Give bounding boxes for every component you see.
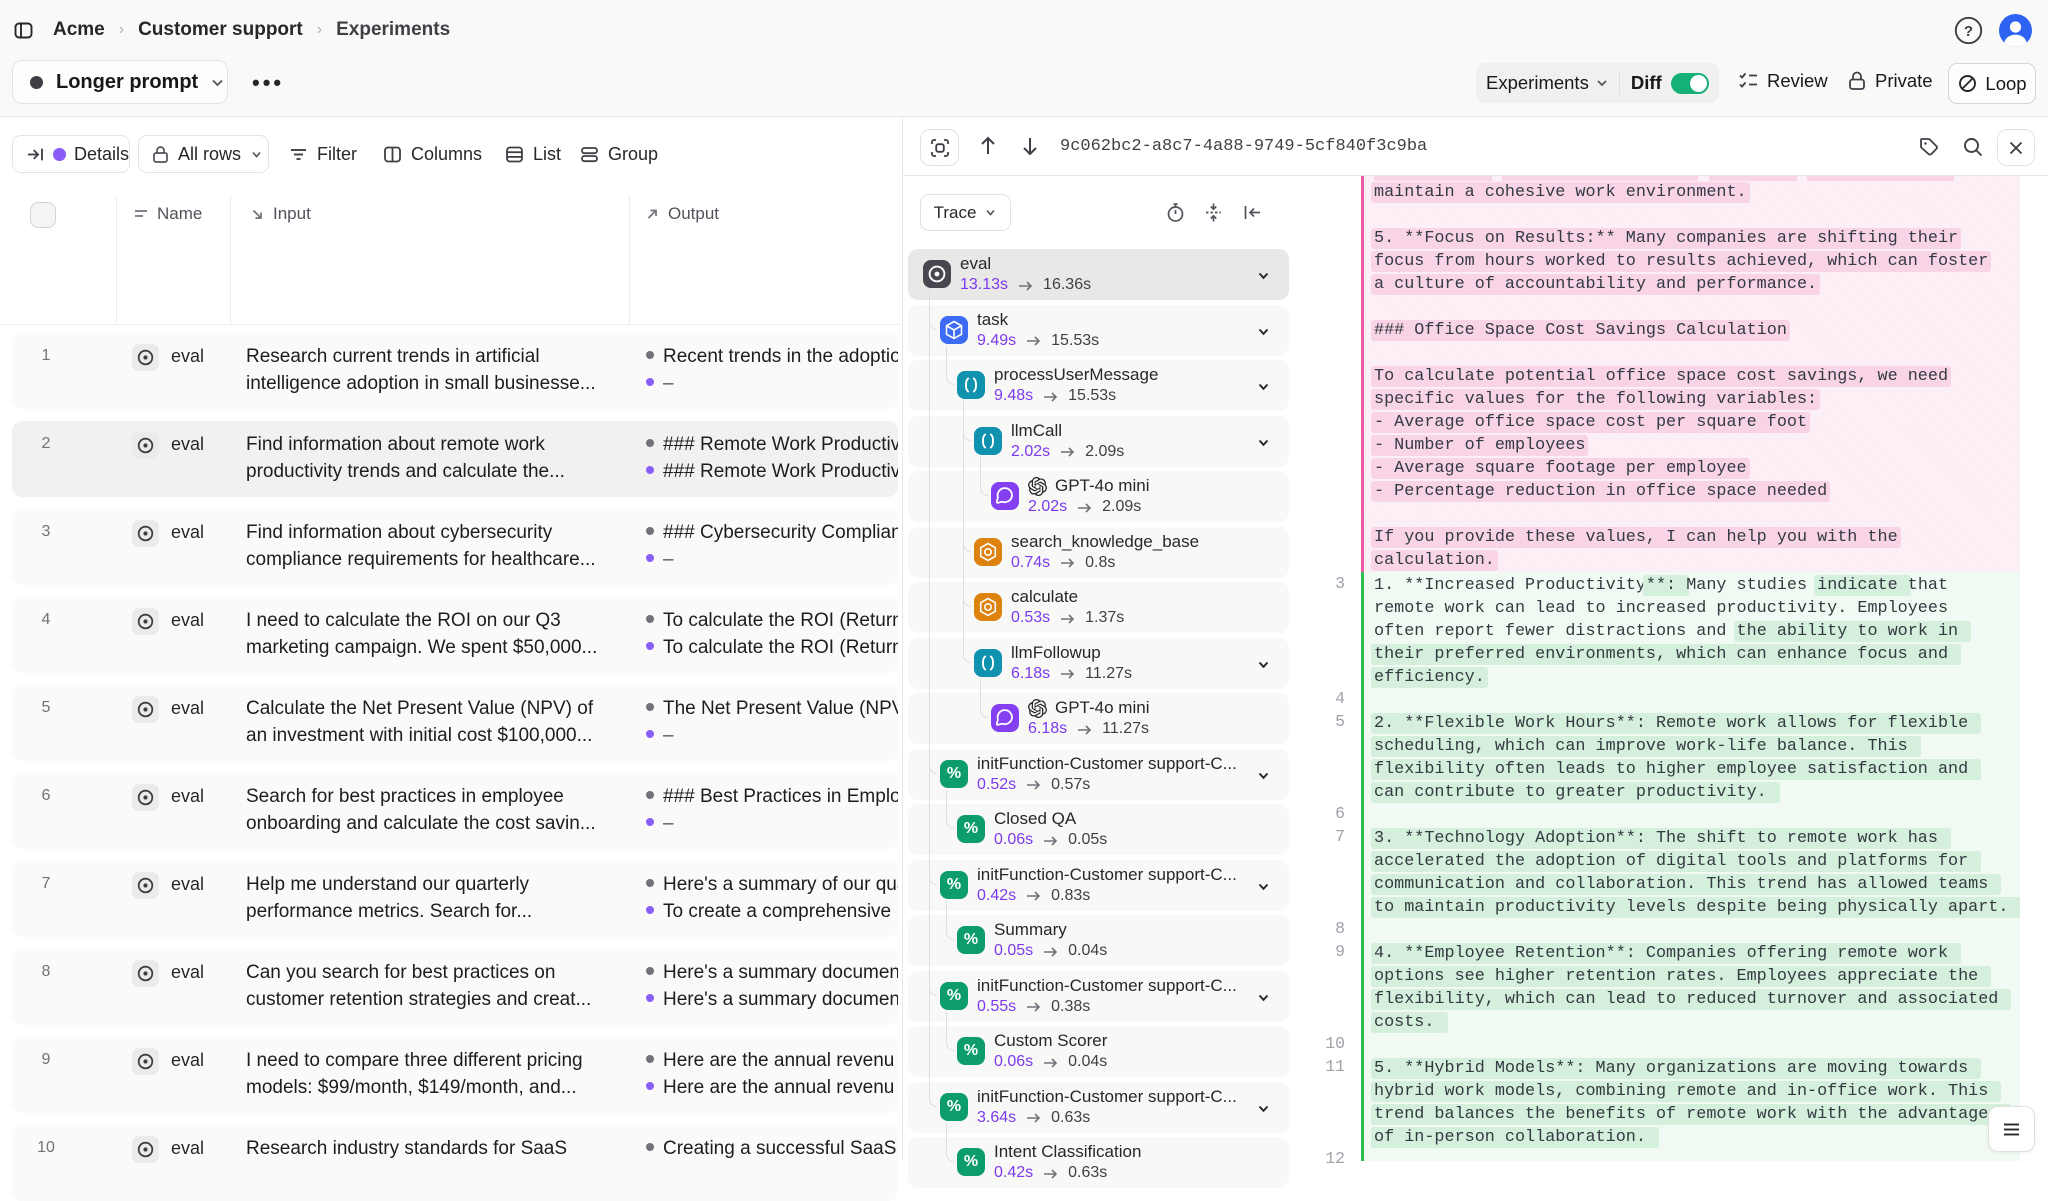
svg-text:?: ? (1964, 23, 1973, 40)
